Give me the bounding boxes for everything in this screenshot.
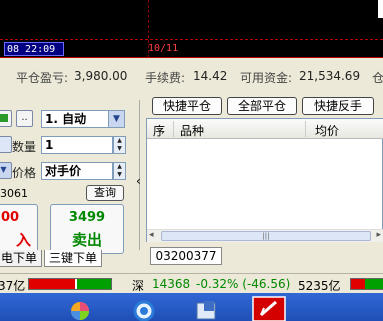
funds-value: 21,534.69 xyxy=(299,69,361,83)
spin-down-icon[interactable]: ▼ xyxy=(114,171,125,179)
chart-crosshair-time: 08 22:09 xyxy=(4,42,64,56)
chart-time-label: 10/11 xyxy=(148,43,179,54)
sz-index-value: 14368 xyxy=(152,277,191,291)
green-square-icon xyxy=(0,114,8,122)
order-panel: .. 1. 自动 ▼ 数量 1 ▲ ▼ ▼ 价格 对手价 ▲ ▼ 3061 查询 0… xyxy=(0,100,140,254)
sell-label: 卖出 xyxy=(71,231,102,249)
table-header: 序 品种 均价 xyxy=(147,119,383,139)
price-chart[interactable]: 08 22:09 10/11 xyxy=(0,0,383,58)
sz-volume: 5235亿 xyxy=(298,279,341,293)
price-type-chevron-icon[interactable]: ▼ xyxy=(0,162,12,179)
market-status-bar: 37亿 深 14368 -0.32% (-46.56) 5235亿 xyxy=(0,273,383,293)
sh-breadth-bar xyxy=(28,278,112,290)
tab-click-order[interactable]: 电下单 xyxy=(0,250,43,267)
buy-price: 00 xyxy=(0,210,20,225)
breadth-down-fill xyxy=(77,279,111,289)
breadth-up-fill xyxy=(29,279,75,289)
scroll-right-icon[interactable]: ▸ xyxy=(376,230,381,240)
scroll-thumb[interactable]: ||| xyxy=(161,231,371,241)
more-options-button[interactable]: .. xyxy=(16,110,33,127)
order-mode-value: 1. 自动 xyxy=(45,112,87,126)
contract-tab[interactable]: 03200377 xyxy=(150,247,222,265)
contract-code-fragment: 3061 xyxy=(0,187,28,200)
browser-app-icon[interactable] xyxy=(130,297,158,321)
qty-stepper[interactable]: ▲ ▼ xyxy=(113,136,126,154)
chart-reference-line xyxy=(0,39,383,40)
col-index[interactable]: 序 xyxy=(153,122,165,139)
close-all-button[interactable]: 全部平仓 xyxy=(227,97,297,115)
quick-close-button[interactable]: 快捷平仓 xyxy=(152,97,222,115)
breadth-down-fill xyxy=(365,279,383,289)
pnl-label: 平仓盈亏: xyxy=(16,71,69,85)
pnl-value: 3,980.00 xyxy=(74,69,128,83)
price-stepper[interactable]: ▲ ▼ xyxy=(113,162,126,180)
window-app-icon[interactable] xyxy=(192,297,220,321)
sell-price: 3499 xyxy=(68,210,106,225)
positions-table[interactable]: 序 品种 均价 ◂ ||| ▸ xyxy=(146,118,383,242)
tab-three-key-order[interactable]: 三键下单 xyxy=(44,250,103,267)
funds-label: 可用资金: xyxy=(240,71,293,85)
col-divider[interactable] xyxy=(305,121,306,137)
breadth-up-fill xyxy=(351,279,365,289)
col-avg-price[interactable]: 均价 xyxy=(315,122,339,139)
chevron-down-icon[interactable]: ▼ xyxy=(108,111,124,127)
order-mode-select[interactable]: 1. 自动 ▼ xyxy=(41,110,125,128)
sz-breadth-bar xyxy=(350,278,383,290)
price-input[interactable]: 对手价 xyxy=(41,162,113,180)
sz-index-change: -0.32% (-46.56) xyxy=(196,277,291,291)
sh-volume-fragment: 37亿 xyxy=(0,279,26,293)
price-label: 价格 xyxy=(12,166,37,180)
col-divider[interactable] xyxy=(173,121,174,137)
scroll-left-icon[interactable]: ◂ xyxy=(149,230,154,240)
horizontal-scrollbar[interactable]: ◂ ||| ▸ xyxy=(147,229,383,242)
spin-down-icon[interactable]: ▼ xyxy=(114,145,125,153)
chart-edge-marker xyxy=(378,0,383,18)
spin-up-icon[interactable]: ▲ xyxy=(114,163,125,171)
buy-label: 入 xyxy=(15,231,31,249)
fee-value: 14.42 xyxy=(193,69,228,83)
qty-input[interactable]: 1 xyxy=(41,136,113,154)
trading-window: 08 22:09 10/11 平仓盈亏: 3,980.00 手续费: 14.42… xyxy=(0,0,383,321)
sell-button[interactable]: 3499 卖出 xyxy=(50,204,124,254)
os-taskbar xyxy=(0,293,383,321)
fee-label: 手续费: xyxy=(145,71,186,85)
spin-up-icon[interactable]: ▲ xyxy=(114,137,125,145)
overflow-text: 仓 xyxy=(372,71,383,85)
quick-order-button[interactable] xyxy=(0,110,12,127)
query-button[interactable]: 查询 xyxy=(86,185,124,201)
qty-label: 数量 xyxy=(12,140,37,154)
chart-bottom-border xyxy=(0,57,383,58)
quick-reverse-button[interactable]: 快捷反手 xyxy=(302,97,374,115)
account-summary: 平仓盈亏: 3,980.00 手续费: 14.42 可用资金: 21,534.6… xyxy=(0,66,383,88)
positions-panel: 快捷平仓 全部平仓 快捷反手 序 品种 均价 ◂ ||| ▸ 03200377 xyxy=(146,94,383,272)
pinwheel-app-icon[interactable] xyxy=(66,297,94,321)
sz-label: 深 xyxy=(132,279,145,293)
trading-app-icon[interactable] xyxy=(252,296,286,321)
collapse-panel-icon[interactable]: ‹ xyxy=(136,174,141,188)
col-symbol[interactable]: 品种 xyxy=(180,122,204,139)
buy-button[interactable]: 00 入 xyxy=(0,204,38,254)
order-tabs: 电下单 三键下单 xyxy=(0,250,150,268)
qty-side-button[interactable] xyxy=(0,136,12,153)
